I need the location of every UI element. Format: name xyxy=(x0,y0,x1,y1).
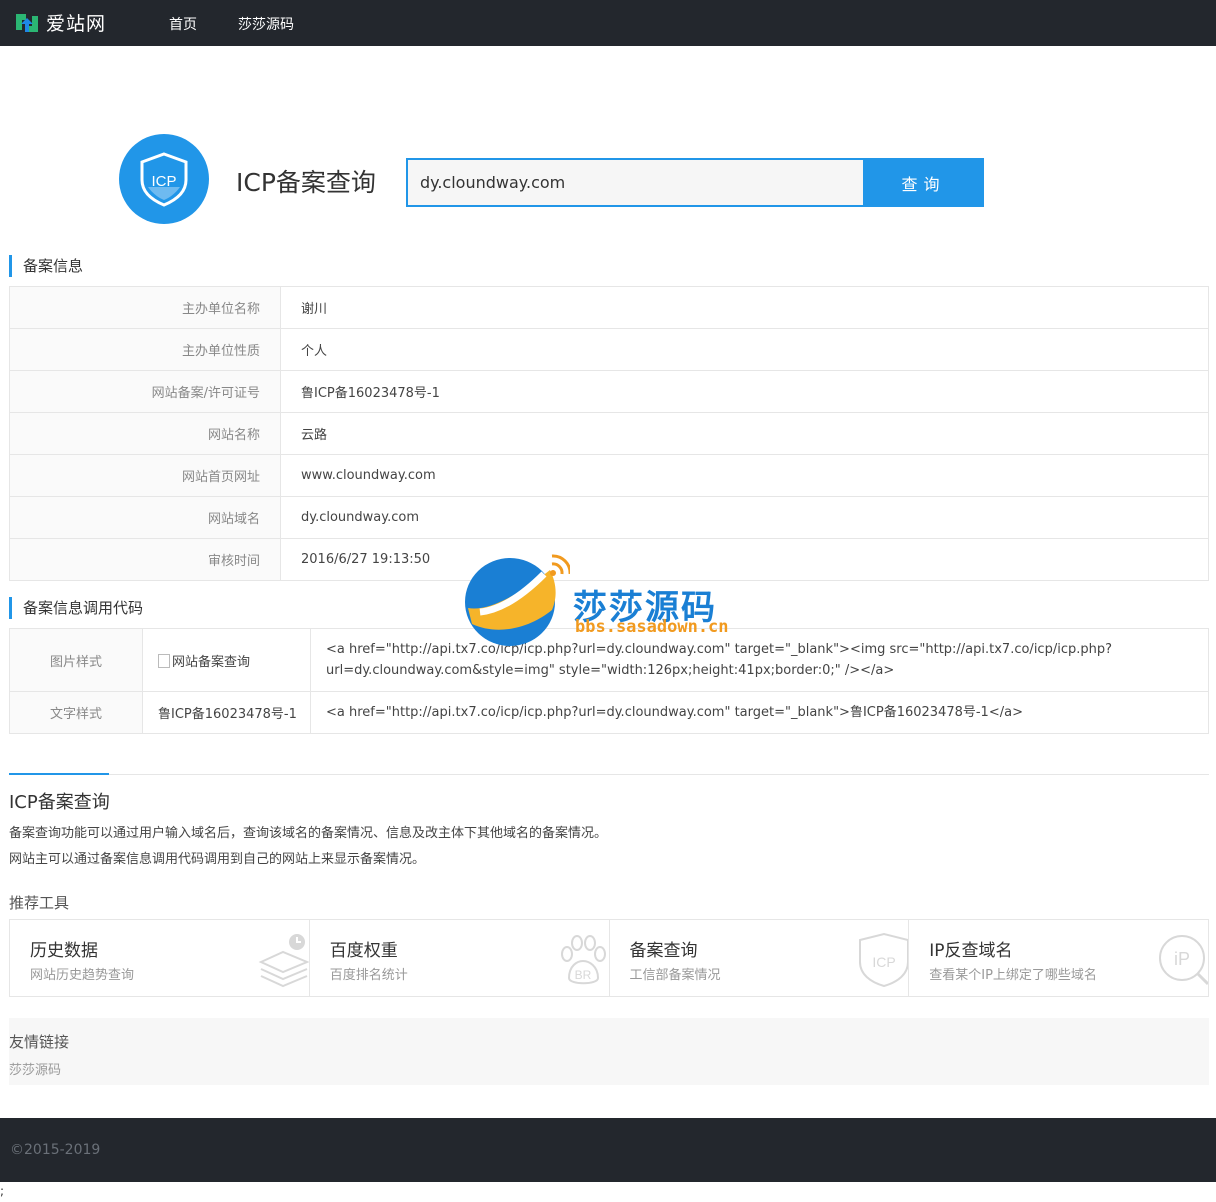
icp-badge-text: ICP xyxy=(873,954,896,970)
divider-accent xyxy=(9,773,109,775)
brand-logo-link[interactable]: 爱站网 xyxy=(14,9,106,36)
domain-search-input[interactable] xyxy=(408,160,863,205)
tool-name: 百度权重 xyxy=(329,941,398,961)
text-style-sample[interactable]: 鲁ICP备16023478号-1 xyxy=(142,691,311,734)
text-embed-code[interactable]: <a href="http://api.tx7.co/icp/icp.php?u… xyxy=(310,691,1209,734)
row-label: 网站首页网址 xyxy=(9,454,281,497)
row-label: 网站名称 xyxy=(9,412,281,455)
watermark: 莎莎源码 bbs.sasadown.cn xyxy=(460,552,760,652)
baidu-badge-text: BR xyxy=(574,968,591,982)
tool-desc: 查看某个IP上绑定了哪些域名 xyxy=(929,968,1097,983)
icp-logo: ICP xyxy=(119,134,209,224)
icp-shield-icon: ICP xyxy=(859,932,909,988)
row-value: 个人 xyxy=(280,328,1209,371)
table-row: 网站备案/许可证号 鲁ICP备16023478号-1 xyxy=(9,370,1209,413)
row-label: 网站域名 xyxy=(9,496,281,539)
row-label: 主办单位名称 xyxy=(9,286,281,329)
brand-logo-icon xyxy=(16,13,38,32)
tool-history-data[interactable]: 历史数据 网站历史趋势查询 xyxy=(10,920,310,996)
watermark-url: bbs.sasadown.cn xyxy=(575,617,729,637)
recommended-tools: 历史数据 网站历史趋势查询 百度权重 百度排名统计 BR 备案查询 工信部备案情… xyxy=(9,919,1209,997)
row-label: 文字样式 xyxy=(9,691,143,734)
table-row: 网站首页网址 www.cloundway.com xyxy=(9,454,1209,497)
friend-links-heading: 友情链接 xyxy=(9,1033,70,1051)
tool-desc: 百度排名统计 xyxy=(329,968,408,983)
search-box xyxy=(406,158,865,207)
record-info-table: 主办单位名称 谢川 主办单位性质 个人 网站备案/许可证号 鲁ICP备16023478… xyxy=(9,286,1209,581)
row-value: 谢川 xyxy=(280,286,1209,329)
intro-line-2: 网站主可以通过备案信息调用代码调用到自己的网站上来显示备案情况。 xyxy=(9,852,426,867)
recommended-tools-heading: 推荐工具 xyxy=(9,894,70,912)
section-divider xyxy=(9,774,1209,775)
row-label: 网站备案/许可证号 xyxy=(9,370,281,413)
brand-name: 爱站网 xyxy=(46,13,107,35)
row-label: 图片样式 xyxy=(9,628,143,692)
table-row: 主办单位性质 个人 xyxy=(9,328,1209,371)
tool-desc: 网站历史趋势查询 xyxy=(30,968,135,983)
ip-badge-text: iP xyxy=(1174,949,1190,969)
intro-title: ICP备案查询 xyxy=(9,792,110,813)
icp-shield-logo-icon: ICP xyxy=(140,152,188,207)
history-stack-icon xyxy=(258,934,309,988)
row-value: www.cloundway.com xyxy=(280,454,1209,497)
row-value: 鲁ICP备16023478号-1 xyxy=(280,370,1209,413)
image-style-sample: 网站备案查询 xyxy=(142,628,311,692)
record-info-heading: 备案信息 xyxy=(9,255,83,277)
icp-logo-text: ICP xyxy=(151,173,176,190)
tool-name: 历史数据 xyxy=(30,941,98,961)
row-label: 主办单位性质 xyxy=(9,328,281,371)
table-row: 网站域名 dy.cloundway.com xyxy=(9,496,1209,539)
tool-baidu-weight[interactable]: 百度权重 百度排名统计 BR xyxy=(310,920,610,996)
nav-item-home[interactable]: 首页 xyxy=(169,14,197,34)
friend-links: 友情链接 莎莎源码 xyxy=(9,1018,1209,1085)
row-label: 审核时间 xyxy=(9,538,281,581)
search-button[interactable]: 查询 xyxy=(863,158,984,207)
tool-ip-reverse[interactable]: IP反查域名 查看某个IP上绑定了哪些域名 iP xyxy=(909,920,1208,996)
watermark-globe-icon xyxy=(465,554,572,646)
table-row: 网站名称 云路 xyxy=(9,412,1209,455)
intro-line-1: 备案查询功能可以通过用户输入域名后，查询该域名的备案情况、信息及改主体下其他域名… xyxy=(9,826,608,841)
tool-name: 备案查询 xyxy=(629,941,698,961)
table-row: 主办单位名称 谢川 xyxy=(9,286,1209,329)
nav-item-sasa-source[interactable]: 莎莎源码 xyxy=(238,14,294,34)
tool-desc: 工信部备案情况 xyxy=(629,968,721,983)
stray-character: ; xyxy=(0,1184,5,1198)
ip-search-icon: iP xyxy=(1159,935,1208,986)
broken-image-icon xyxy=(158,653,170,668)
embed-code-heading: 备案信息调用代码 xyxy=(9,597,143,619)
table-row: 文字样式 鲁ICP备16023478号-1 <a href="http://ap… xyxy=(9,691,1209,734)
tool-icp-query[interactable]: 备案查询 工信部备案情况 ICP xyxy=(610,920,910,996)
row-value: 云路 xyxy=(280,412,1209,455)
image-sample-alt: 网站备案查询 xyxy=(172,654,251,670)
footer: ©2015-2019 xyxy=(0,1118,1216,1182)
friend-link-sasa[interactable]: 莎莎源码 xyxy=(9,1059,61,1078)
top-nav-bar: 爱站网 首页 莎莎源码 xyxy=(0,0,1216,46)
tool-name: IP反查域名 xyxy=(929,941,1013,961)
baidu-paw-icon: BR xyxy=(560,935,606,985)
row-value: dy.cloundway.com xyxy=(280,496,1209,539)
page-title: ICP备案查询 xyxy=(236,168,376,197)
footer-copyright: ©2015-2019 xyxy=(10,1142,101,1158)
